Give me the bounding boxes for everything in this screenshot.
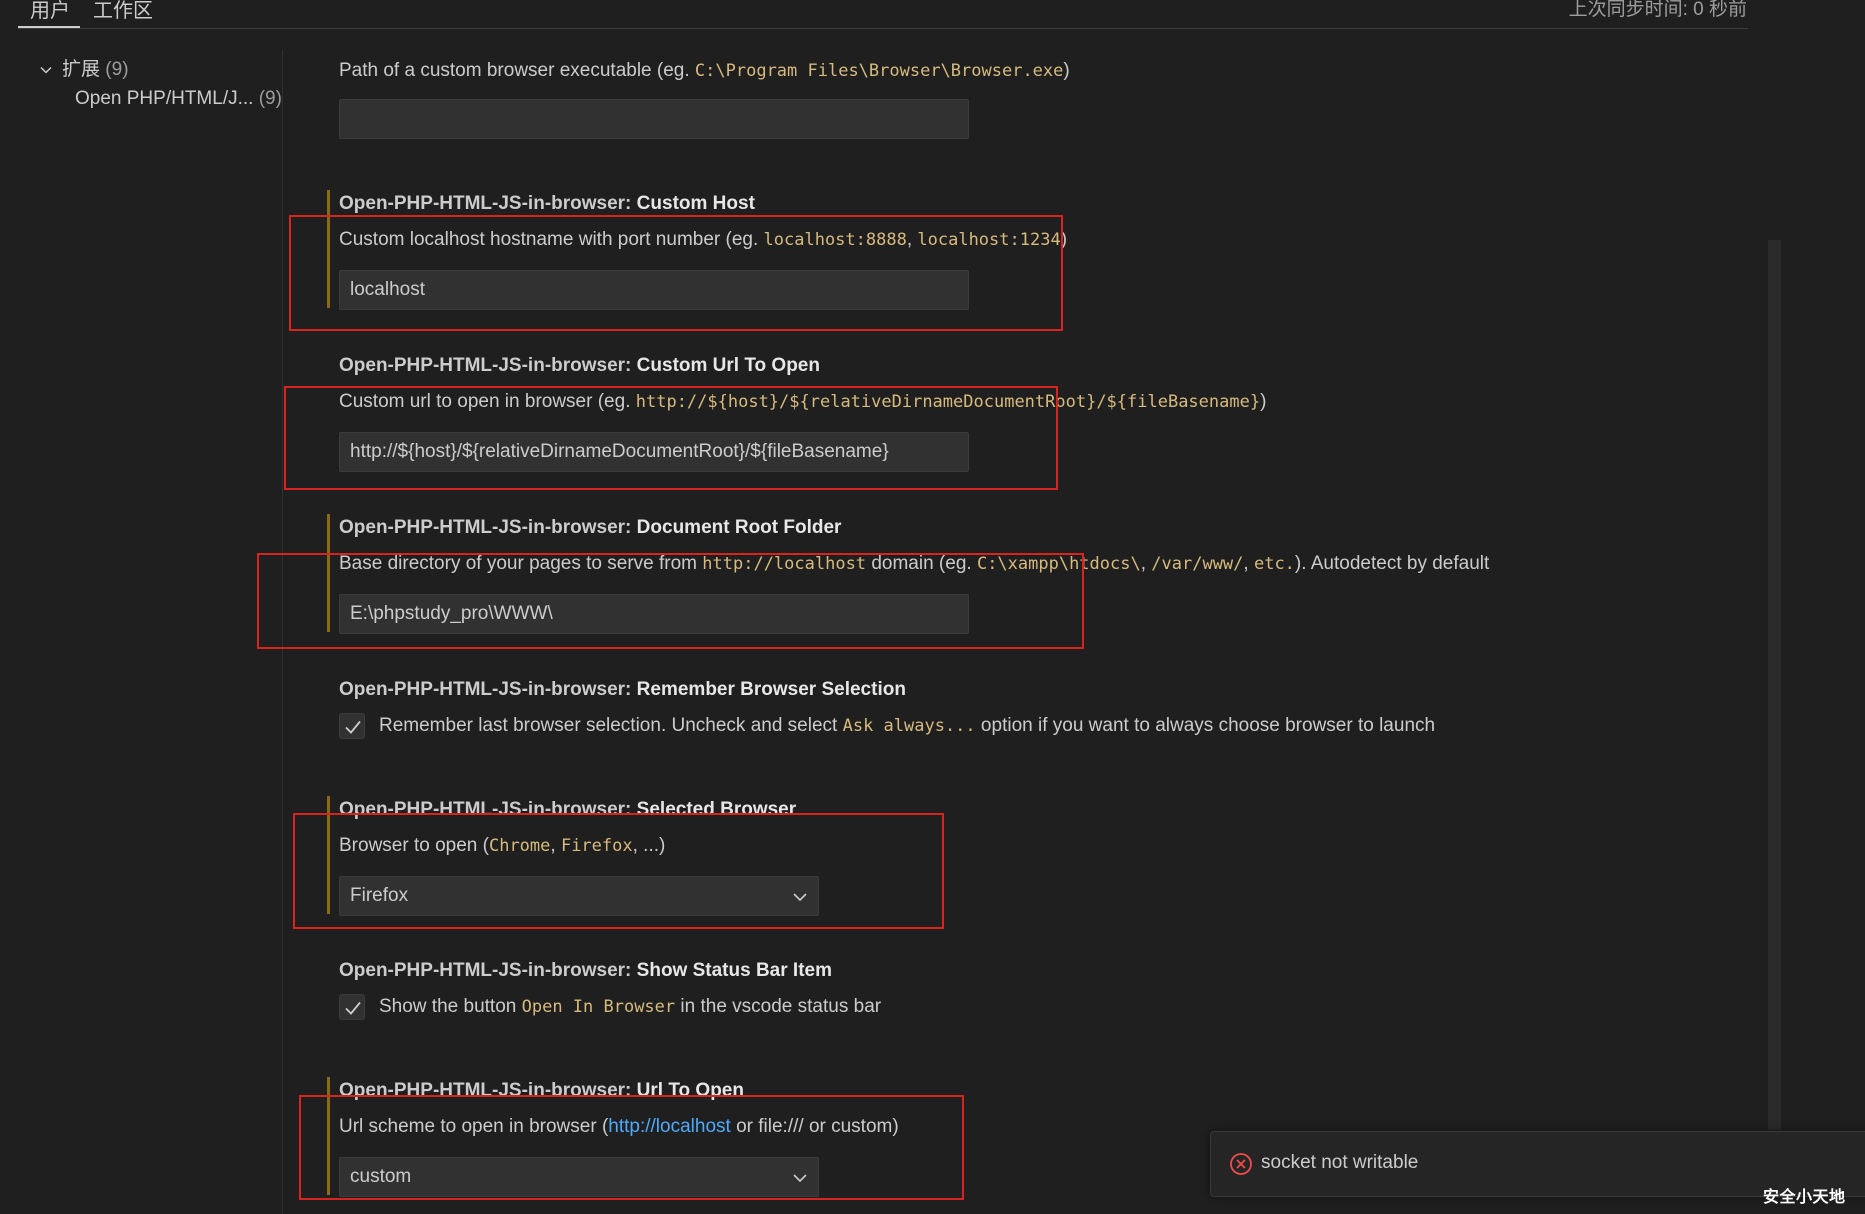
setting-title: Open-PHP-HTML-JS-in-browser: Show Status… [339, 960, 832, 981]
chevron-down-icon [40, 66, 52, 74]
checkmark-icon [345, 720, 361, 734]
annotation-box-custom-host [289, 215, 1063, 331]
annotation-box-custom-url [284, 386, 1058, 490]
status-bar-item-checkbox[interactable] [339, 994, 365, 1020]
settings-scope-tabs: 用户 工作区 上次同步时间: 0 秒前 [0, 0, 1865, 29]
remember-browser-checkbox[interactable] [339, 713, 365, 739]
toc-item-open-php-html-js[interactable]: Open PHP/HTML/J... (9) [75, 88, 282, 110]
tab-workspace[interactable]: 工作区 [93, 0, 153, 23]
annotation-box-selected-browser [293, 813, 944, 929]
toc-child-label: Open PHP/HTML/J... [75, 88, 254, 109]
setting-custom-browser-path: Path of a custom browser executable (eg.… [327, 50, 1747, 150]
tabs-divider [18, 28, 1748, 29]
status-bar-item-label: Show the button Open In Browser in the v… [379, 996, 882, 1017]
toc-extensions-count: (9) [105, 59, 129, 80]
error-circle-icon [1230, 1153, 1252, 1175]
vertical-scrollbar[interactable] [1768, 240, 1781, 1130]
toc-item-extensions[interactable]: 扩展 (9) [38, 54, 129, 81]
tab-user[interactable]: 用户 [30, 0, 70, 23]
toc-child-count: (9) [258, 88, 282, 109]
toc-extensions-label: 扩展 [62, 59, 101, 80]
annotation-box-url-to-open [299, 1095, 964, 1200]
setting-title: Open-PHP-HTML-JS-in-browser: Document Ro… [339, 517, 842, 538]
annotation-box-document-root [257, 553, 1084, 649]
watermark: 安全小天地 [1763, 1189, 1846, 1206]
sync-status: 上次同步时间: 0 秒前 [1568, 0, 1747, 20]
setting-remember-browser: Open-PHP-HTML-JS-in-browser: Remember Br… [327, 671, 1747, 761]
remember-browser-label: Remember last browser selection. Uncheck… [379, 715, 1436, 736]
setting-title: Open-PHP-HTML-JS-in-browser: Custom Host [339, 193, 755, 214]
custom-browser-path-input[interactable] [339, 99, 969, 139]
checkmark-icon [345, 1001, 361, 1015]
setting-description: Path of a custom browser executable (eg.… [339, 60, 1070, 81]
notification-message: socket not writable [1261, 1152, 1419, 1173]
setting-title: Open-PHP-HTML-JS-in-browser: Custom Url … [339, 355, 820, 376]
setting-status-bar-item: Open-PHP-HTML-JS-in-browser: Show Status… [327, 952, 1747, 1042]
setting-title: Open-PHP-HTML-JS-in-browser: Remember Br… [339, 679, 906, 700]
